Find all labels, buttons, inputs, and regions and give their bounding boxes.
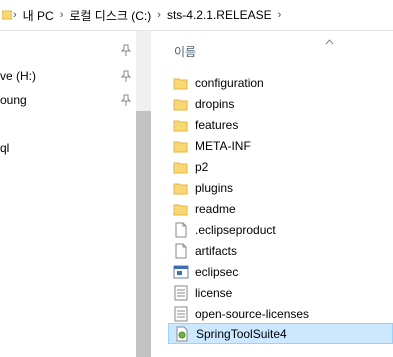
file-name: SpringToolSuite4 xyxy=(196,326,287,341)
folder-icon xyxy=(173,99,188,110)
nav-item-oung[interactable]: oung xyxy=(0,90,27,110)
file-name: eclipsec xyxy=(195,264,239,279)
file-list: 이름 configuration dropins features META-I… xyxy=(151,31,393,357)
file-row-dropins[interactable]: dropins xyxy=(168,93,393,114)
file-row-configuration[interactable]: configuration xyxy=(168,72,393,93)
file-name: dropins xyxy=(195,96,235,111)
address-bar[interactable]: › 내 PC › 로컬 디스크 (C:) › sts-4.2.1.RELEASE… xyxy=(0,0,393,31)
file-name: readme xyxy=(195,201,236,216)
blank-file-icon xyxy=(175,222,187,237)
file-row-eclipseproduct[interactable]: .eclipseproduct xyxy=(168,219,393,240)
file-name: open-source-licenses xyxy=(195,306,310,321)
pin-icon[interactable] xyxy=(121,94,131,106)
file-row-features[interactable]: features xyxy=(168,114,393,135)
folder-icon xyxy=(173,183,188,194)
folder-icon xyxy=(173,120,188,131)
text-file-icon xyxy=(174,285,188,300)
chevron-right-icon[interactable]: › xyxy=(54,9,70,21)
sort-arrow-icon xyxy=(325,39,334,45)
breadcrumb-my-pc[interactable]: 내 PC xyxy=(23,7,54,24)
file-row-artifacts[interactable]: artifacts xyxy=(168,240,393,261)
nav-item-label: oung xyxy=(0,93,27,107)
nav-item-drive-h[interactable]: ve (H:) xyxy=(0,66,36,86)
file-row-springtoolsuite4[interactable]: SpringToolSuite4 xyxy=(168,323,393,344)
nav-item-label: ve (H:) xyxy=(0,69,36,83)
nav-scrollbar-thumb[interactable] xyxy=(136,111,151,357)
chevron-right-icon[interactable]: › xyxy=(151,9,167,21)
file-name: features xyxy=(195,117,239,132)
breadcrumb-local-disk[interactable]: 로컬 디스크 (C:) xyxy=(69,7,151,24)
file-row-p2[interactable]: p2 xyxy=(168,156,393,177)
blank-file-icon xyxy=(175,243,187,258)
nav-item-label: ql xyxy=(0,141,10,155)
nav-item-ql[interactable]: ql xyxy=(0,138,9,158)
breadcrumb: › 내 PC › 로컬 디스크 (C:) › sts-4.2.1.RELEASE… xyxy=(0,0,287,30)
chevron-right-icon[interactable]: › xyxy=(0,9,23,21)
breadcrumb-current-folder[interactable]: sts-4.2.1.RELEASE xyxy=(167,8,272,22)
text-file-icon xyxy=(174,306,188,321)
executable-icon xyxy=(173,265,189,278)
file-row-license[interactable]: license xyxy=(168,282,393,303)
file-row-eclipsec[interactable]: eclipsec xyxy=(168,261,393,282)
navigation-pane: ve (H:) oung ql xyxy=(0,31,136,357)
column-header-name[interactable]: 이름 xyxy=(174,43,196,60)
application-icon xyxy=(176,326,188,341)
chevron-right-icon[interactable]: › xyxy=(272,9,288,21)
pin-icon[interactable] xyxy=(121,44,131,56)
file-name: configuration xyxy=(195,75,264,90)
file-name: p2 xyxy=(195,159,209,174)
file-name: artifacts xyxy=(195,243,238,258)
file-row-readme[interactable]: readme xyxy=(168,198,393,219)
folder-icon xyxy=(173,162,188,173)
folder-icon xyxy=(173,204,188,215)
folder-icon xyxy=(173,141,188,152)
file-row-meta-inf[interactable]: META-INF xyxy=(168,135,393,156)
folder-icon xyxy=(173,78,188,89)
pin-icon[interactable] xyxy=(121,70,131,82)
file-name: license xyxy=(195,285,233,300)
file-row-plugins[interactable]: plugins xyxy=(168,177,393,198)
file-name: META-INF xyxy=(195,138,251,153)
nav-scrollbar[interactable] xyxy=(136,31,151,357)
file-row-open-source-licenses[interactable]: open-source-licenses xyxy=(168,303,393,324)
file-name: .eclipseproduct xyxy=(195,222,276,237)
file-name: plugins xyxy=(195,180,234,195)
